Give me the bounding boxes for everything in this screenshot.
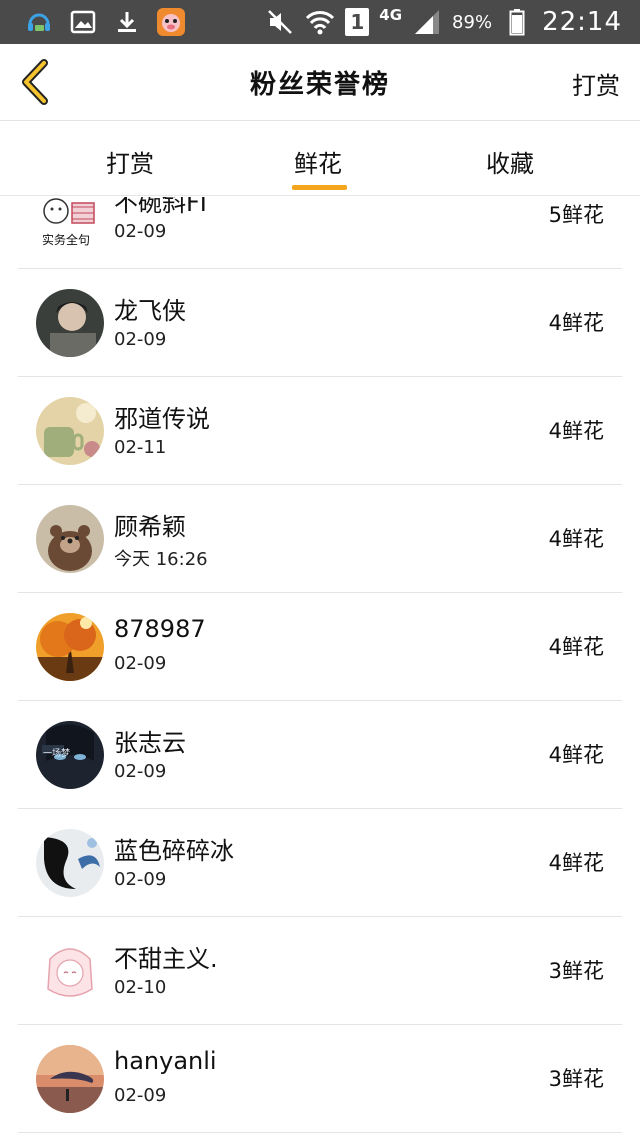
list-item[interactable]: 实务全句 不碗斜FI 02-09 5鲜花 bbox=[0, 197, 640, 269]
flower-count: 3鲜花 bbox=[548, 959, 604, 983]
reward-button[interactable]: 打赏 bbox=[572, 66, 620, 101]
active-tab-indicator bbox=[292, 185, 347, 190]
list-item[interactable]: 一场梦 张志云 02-09 4鲜花 bbox=[0, 701, 640, 809]
avatar: 一场梦 bbox=[36, 721, 104, 789]
fan-name: 张志云 bbox=[114, 729, 186, 757]
battery-level: 89% bbox=[452, 11, 493, 33]
clock: 22:14 bbox=[542, 7, 622, 37]
tab-favorites[interactable]: 收藏 bbox=[486, 144, 534, 179]
list-item[interactable]: 顾希颖 今天 16:26 4鲜花 bbox=[0, 485, 640, 593]
tab-flowers[interactable]: 鲜花 bbox=[294, 144, 342, 179]
fan-name: 不甜主义. bbox=[114, 945, 218, 973]
avatar bbox=[36, 829, 104, 897]
list-item[interactable]: 不甜主义. 02-10 3鲜花 bbox=[0, 917, 640, 1025]
fan-date: 02-09 bbox=[114, 1085, 167, 1106]
fan-date: 02-10 bbox=[114, 977, 167, 998]
fan-ranking-list[interactable]: 实务全句 不碗斜FI 02-09 5鲜花 龙飞侠 02-09 4鲜花 邪道传说 … bbox=[0, 197, 640, 1138]
fan-name: 邪道传说 bbox=[114, 405, 210, 433]
avatar bbox=[36, 505, 104, 573]
list-item[interactable]: 878987 02-09 4鲜花 bbox=[0, 593, 640, 701]
signal-icon bbox=[412, 7, 442, 37]
download-icon bbox=[112, 7, 142, 37]
fan-date: 02-09 bbox=[114, 653, 167, 674]
page-title: 粉丝荣誉榜 bbox=[249, 70, 390, 100]
app-notification-icon bbox=[156, 7, 186, 37]
list-item[interactable]: hanyanli 02-09 3鲜花 bbox=[0, 1025, 640, 1133]
tab-reward[interactable]: 打赏 bbox=[106, 144, 154, 179]
fan-date: 02-09 bbox=[114, 329, 167, 350]
mute-icon bbox=[265, 7, 295, 37]
fan-name: 不碗斜FI bbox=[114, 197, 207, 217]
avatar bbox=[36, 289, 104, 357]
fan-date: 02-09 bbox=[114, 761, 167, 782]
avatar bbox=[36, 613, 104, 681]
wifi-icon bbox=[305, 7, 335, 37]
fan-date: 今天 16:26 bbox=[114, 549, 208, 570]
image-icon bbox=[68, 7, 98, 37]
nav-bar: 粉丝荣誉榜 打赏 bbox=[0, 44, 640, 121]
sim-badge-label: 1 bbox=[350, 10, 365, 34]
avatar bbox=[36, 937, 104, 1005]
fan-name: 顾希颖 bbox=[114, 513, 186, 541]
flower-count: 4鲜花 bbox=[548, 527, 604, 551]
fan-name: hanyanli bbox=[114, 1047, 217, 1075]
fan-name: 龙飞侠 bbox=[114, 297, 186, 325]
avatar bbox=[36, 397, 104, 465]
flower-count: 3鲜花 bbox=[548, 1067, 604, 1091]
flower-count: 4鲜花 bbox=[548, 743, 604, 767]
status-bar: 1 4G 89% 22:14 bbox=[0, 0, 640, 44]
flower-count: 4鲜花 bbox=[548, 311, 604, 335]
headset-icon bbox=[24, 7, 54, 37]
tab-bar: 打赏 鲜花 收藏 bbox=[0, 122, 640, 196]
fan-date: 02-09 bbox=[114, 221, 167, 242]
flower-count: 4鲜花 bbox=[548, 851, 604, 875]
flower-count: 5鲜花 bbox=[548, 203, 604, 227]
fan-date: 02-11 bbox=[114, 437, 167, 458]
avatar-caption: 一场梦 bbox=[43, 749, 71, 759]
battery-icon bbox=[502, 7, 532, 37]
fan-name: 蓝色碎碎冰 bbox=[114, 837, 234, 865]
avatar bbox=[36, 1045, 104, 1113]
list-item[interactable]: 蓝色碎碎冰 02-09 4鲜花 bbox=[0, 809, 640, 917]
flower-count: 4鲜花 bbox=[548, 419, 604, 443]
sim-badge-icon: 1 bbox=[345, 8, 370, 36]
flower-count: 4鲜花 bbox=[548, 635, 604, 659]
list-item[interactable]: 龙飞侠 02-09 4鲜花 bbox=[0, 269, 640, 377]
avatar-caption: 实务全句 bbox=[42, 233, 91, 247]
network-type: 4G bbox=[379, 6, 403, 24]
fan-name: 878987 bbox=[114, 615, 206, 643]
avatar: 实务全句 bbox=[36, 197, 104, 249]
fan-date: 02-09 bbox=[114, 869, 167, 890]
list-item[interactable]: 邪道传说 02-11 4鲜花 bbox=[0, 377, 640, 485]
